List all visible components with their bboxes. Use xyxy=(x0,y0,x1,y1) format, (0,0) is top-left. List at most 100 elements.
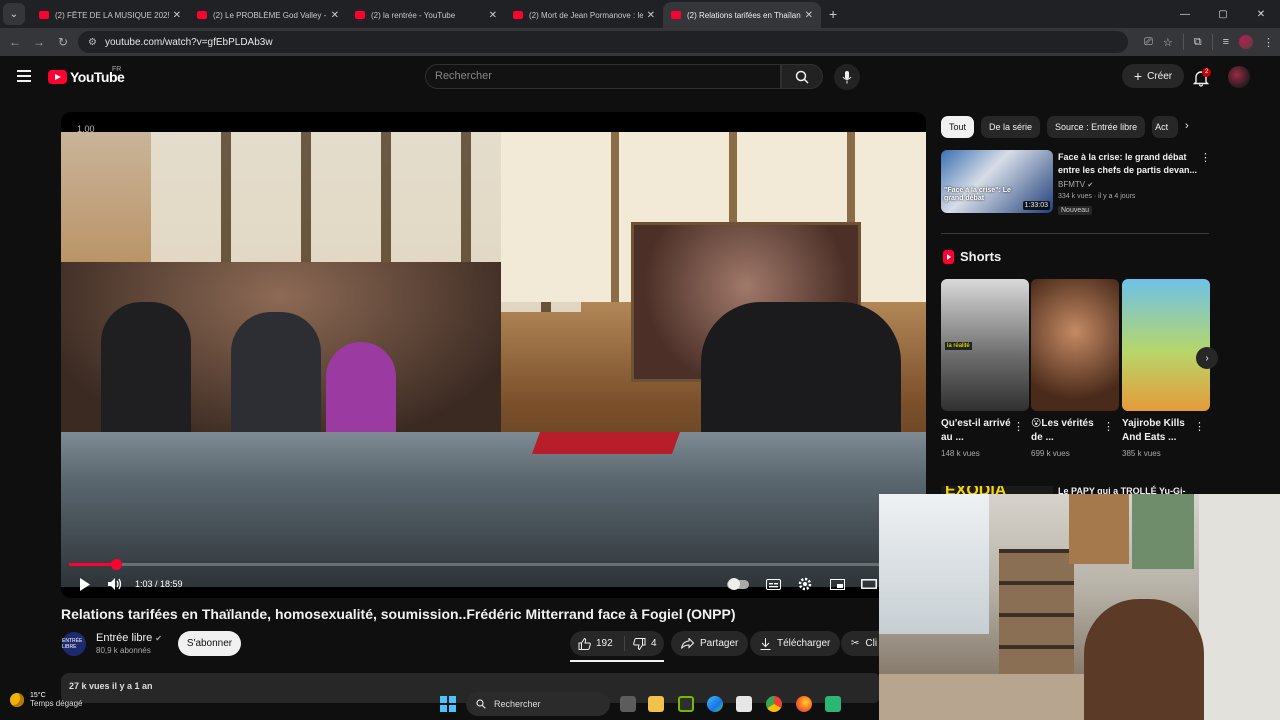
short-title[interactable]: 😮Les vérités de ... xyxy=(1031,417,1101,445)
verified-check-icon: ✔ xyxy=(1087,182,1094,189)
address-bar[interactable]: ⚙ youtube.com/watch?v=gfEbPLDAb3w xyxy=(78,31,1128,53)
chip-all[interactable]: Tout xyxy=(941,116,975,138)
short-thumbnail[interactable] xyxy=(1122,279,1210,411)
subscribe-button[interactable]: S'abonner xyxy=(178,631,241,656)
minimize-icon[interactable]: — xyxy=(1166,9,1204,20)
toolbar-divider xyxy=(1182,34,1184,50)
miniplayer-button[interactable] xyxy=(827,574,847,594)
subtitles-icon xyxy=(765,578,781,590)
store-icon[interactable] xyxy=(736,696,752,712)
shorts-next-button[interactable]: › xyxy=(1196,347,1218,369)
channel-name-row[interactable]: Entrée libre ✔ xyxy=(96,632,162,644)
volume-button[interactable] xyxy=(105,574,125,594)
maximize-icon[interactable]: ▢ xyxy=(1204,9,1242,20)
dislike-button[interactable]: 4 xyxy=(625,637,657,650)
subtitles-button[interactable] xyxy=(763,574,783,594)
shorts-icon xyxy=(943,249,954,264)
tab-close-icon[interactable]: ✕ xyxy=(173,10,181,21)
more-options-icon[interactable]: ⋮ xyxy=(1200,151,1211,164)
short-thumbnail[interactable]: la réalité xyxy=(941,279,1029,411)
scrubber-handle[interactable] xyxy=(110,559,122,570)
tab-title: (2) la rentrée - YouTube xyxy=(371,10,456,20)
cast-icon[interactable]: ⎚ xyxy=(1144,36,1153,49)
tab-search-button[interactable]: ⌄ xyxy=(3,3,25,25)
clip-button[interactable]: ✂ Cli xyxy=(841,631,881,656)
account-avatar[interactable] xyxy=(1228,66,1250,88)
browser-tab-active[interactable]: (2) Relations tarifées en Thaïlan ✕ xyxy=(663,2,821,28)
autoplay-toggle[interactable] xyxy=(727,578,749,590)
progress-bar[interactable] xyxy=(69,559,918,570)
bookmark-star-icon[interactable]: ☆ xyxy=(1163,36,1173,49)
download-label: Télécharger xyxy=(777,638,831,649)
miniplayer-icon xyxy=(829,578,845,590)
extensions-icon[interactable]: ⧉ xyxy=(1194,36,1202,49)
reload-icon[interactable]: ↻ xyxy=(51,35,75,49)
chip-act[interactable]: Act xyxy=(1152,116,1179,138)
youtube-favicon-icon xyxy=(671,11,681,19)
chrome-icon[interactable] xyxy=(766,696,782,712)
share-button[interactable]: Partager xyxy=(671,631,749,656)
gear-icon xyxy=(798,577,812,591)
download-button[interactable]: Télécharger xyxy=(750,631,841,656)
theater-mode-button[interactable] xyxy=(859,574,879,594)
browser-tab[interactable]: (2) FÊTE DE LA MUSIQUE 2025 ✕ xyxy=(31,2,189,28)
search-button[interactable] xyxy=(781,64,823,89)
recommended-channel[interactable]: BFMTV ✔ xyxy=(1058,180,1093,189)
windows-start-icon[interactable] xyxy=(440,696,456,712)
short-title[interactable]: Yajirobe Kills And Eats ... xyxy=(1122,417,1192,445)
tab-close-icon[interactable]: ✕ xyxy=(331,10,339,21)
file-explorer-icon[interactable] xyxy=(648,696,664,712)
taskbar-search[interactable]: Rechercher xyxy=(466,692,610,716)
settings-button[interactable] xyxy=(795,574,815,594)
chevron-right-icon[interactable]: › xyxy=(1185,120,1189,132)
chip-series[interactable]: De la série xyxy=(981,116,1041,138)
tab-close-icon[interactable]: ✕ xyxy=(647,10,655,21)
recommended-title[interactable]: Face à la crise: le grand débat entre le… xyxy=(1058,151,1198,177)
more-options-icon[interactable]: ⋮ xyxy=(1194,420,1205,433)
back-icon[interactable]: ← xyxy=(3,35,27,49)
like-dislike-group: 192 4 xyxy=(570,631,664,656)
channel-avatar[interactable]: ENTRÉE LIBRE xyxy=(62,632,86,656)
app-icon[interactable] xyxy=(825,696,841,712)
toolbar-divider xyxy=(1211,34,1213,50)
edge-browser-icon[interactable] xyxy=(707,696,723,712)
short-thumbnail[interactable] xyxy=(1031,279,1119,411)
view-count-date: 27 k vues il y a 1 an xyxy=(69,681,153,691)
media-controls-icon[interactable]: ≡ xyxy=(1223,36,1229,48)
chip-source[interactable]: Source : Entrée libre xyxy=(1047,116,1146,138)
tab-close-icon[interactable]: ✕ xyxy=(489,10,497,21)
recommended-thumbnail[interactable]: "Face à la crise": Le grand débat 1:33:0… xyxy=(941,150,1053,213)
profile-avatar[interactable] xyxy=(1239,35,1253,49)
temperature: 15°C xyxy=(30,692,46,699)
tab-close-icon[interactable]: ✕ xyxy=(805,10,813,21)
site-info-icon[interactable]: ⚙ xyxy=(88,37,97,48)
task-view-icon[interactable] xyxy=(620,696,636,712)
nvidia-icon[interactable] xyxy=(678,696,694,712)
browser-tab[interactable]: (2) la rentrée - YouTube ✕ xyxy=(347,2,505,28)
more-options-icon[interactable]: ⋮ xyxy=(1103,420,1114,433)
close-window-icon[interactable]: ✕ xyxy=(1242,9,1280,20)
firefox-icon[interactable] xyxy=(796,696,812,712)
voice-search-button[interactable] xyxy=(834,64,860,90)
channel-name[interactable]: Entrée libre xyxy=(96,632,152,644)
short-title[interactable]: Qu'est-il arrivé au ... xyxy=(941,417,1011,445)
browser-menu-icon[interactable]: ⋮ xyxy=(1263,36,1274,49)
forward-icon[interactable]: → xyxy=(27,35,51,49)
plus-icon: + xyxy=(1133,68,1143,84)
video-player[interactable]: 1.00 1:03 / 18:59 xyxy=(61,112,926,598)
more-options-icon[interactable]: ⋮ xyxy=(1013,420,1024,433)
menu-icon[interactable] xyxy=(17,70,31,85)
url-text: youtube.com/watch?v=gfEbPLDAb3w xyxy=(104,36,273,48)
youtube-favicon-icon xyxy=(513,11,523,19)
youtube-logo[interactable]: YouTube FR xyxy=(48,66,125,85)
weather-widget[interactable]: 15°C Temps dégagé xyxy=(10,692,82,708)
like-button[interactable]: 192 xyxy=(570,636,625,651)
verified-check-icon: ✔ xyxy=(155,634,162,643)
short-views: 699 k vues xyxy=(1031,449,1070,458)
search-input[interactable]: Rechercher xyxy=(425,64,781,89)
new-tab-icon[interactable]: + xyxy=(829,6,837,22)
browser-tab[interactable]: (2) Le PROBLÈME God Valley - ✕ xyxy=(189,2,347,28)
create-button[interactable]: + Créer xyxy=(1122,64,1184,88)
play-button[interactable] xyxy=(75,574,95,594)
browser-tab[interactable]: (2) Mort de Jean Pormanove : le ✕ xyxy=(505,2,663,28)
